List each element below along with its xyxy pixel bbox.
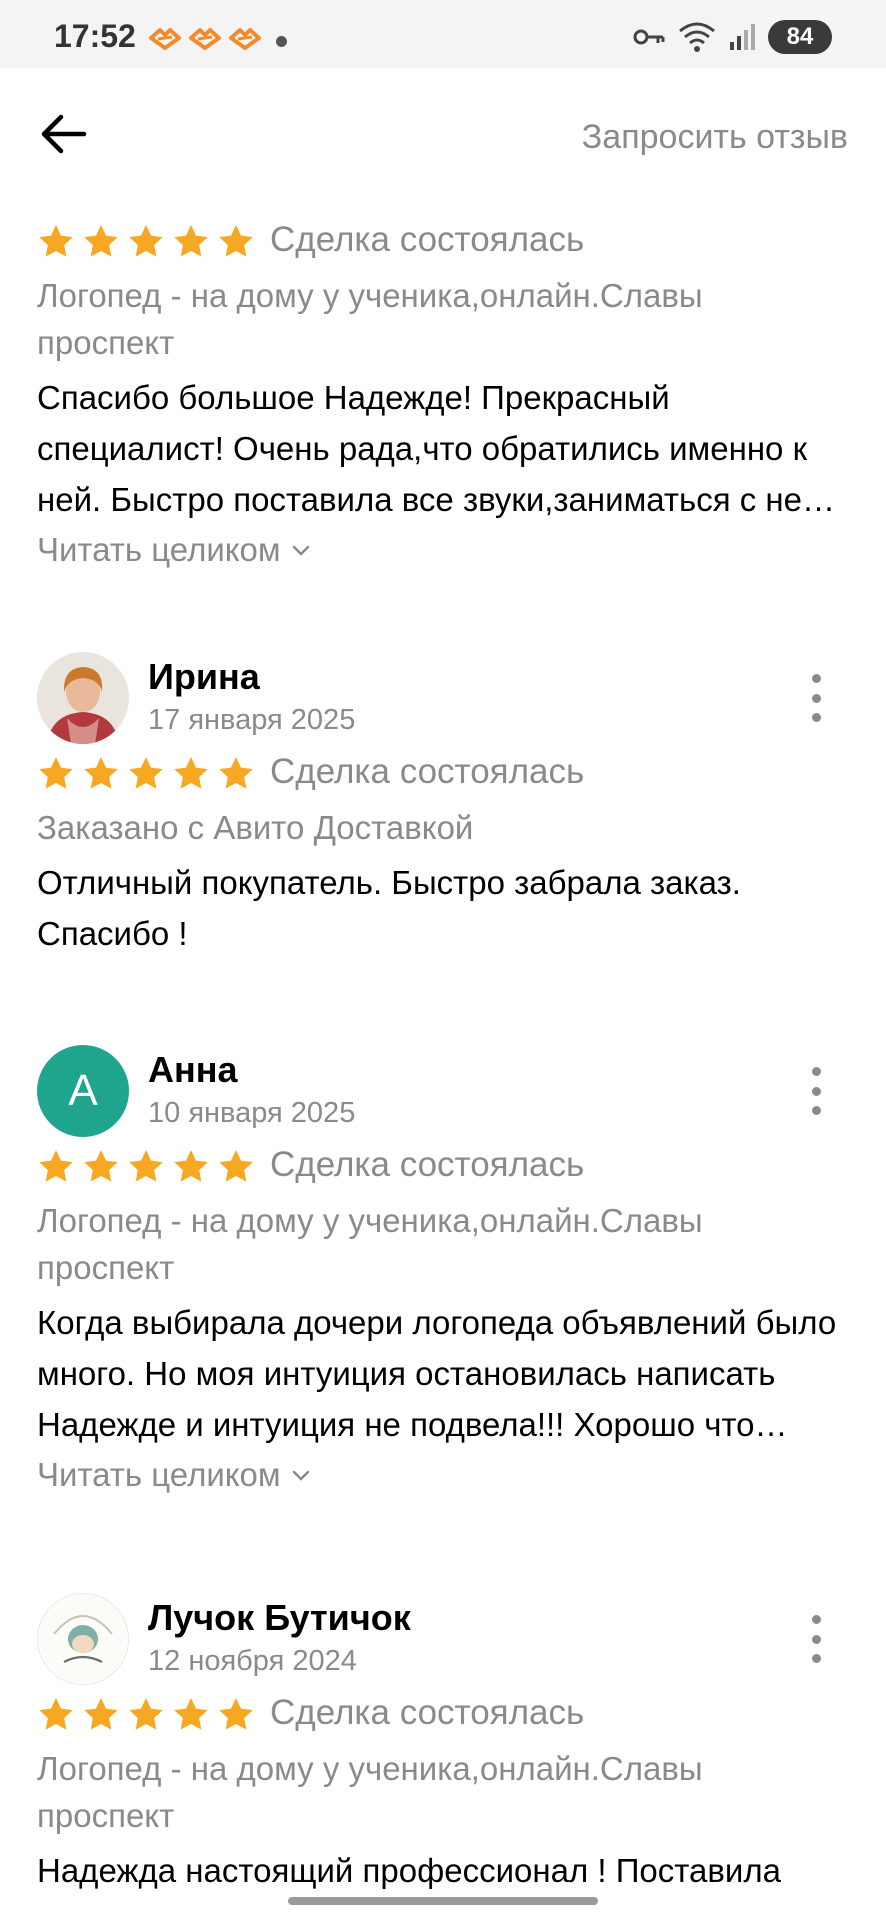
review-item-title: Логопед - на дому у ученика,онлайн.Славы… [37, 1750, 703, 1834]
star-icon [219, 757, 253, 789]
request-review-button[interactable]: Запросить отзыв [582, 118, 848, 157]
more-vert-icon [811, 1086, 821, 1096]
star-icon [174, 757, 208, 789]
read-more-button[interactable]: Читать целиком [37, 531, 311, 569]
more-vert-icon [811, 1634, 821, 1644]
back-button[interactable] [40, 112, 90, 156]
read-more-label: Читать целиком [37, 1456, 281, 1493]
rating-row: Сделка состоялась [0, 1141, 886, 1197]
review-card: А Анна 10 января 2025 Сделка состоялась … [0, 1045, 886, 1494]
star-icon [129, 1698, 163, 1730]
review-card: Ирина 17 января 2025 Сделка состоялась З… [0, 652, 886, 959]
star-icon [174, 225, 208, 257]
shop-logo-icon [39, 1595, 127, 1683]
review-text: Надежда настоящий профессионал ! Постави… [37, 1852, 781, 1889]
review-author: Лучок Бутичок [148, 1597, 411, 1638]
star-icon [129, 757, 163, 789]
read-more-label: Читать целиком [37, 531, 281, 568]
avatar[interactable] [37, 652, 129, 744]
review-date: 10 января 2025 [148, 1097, 356, 1129]
rating-row: Сделка состоялась [0, 748, 886, 804]
review-card: Сделка состоялась Логопед - на дому у уч… [0, 216, 886, 569]
more-options-button[interactable] [804, 1615, 828, 1663]
status-right: 84 [632, 20, 832, 54]
chevron-down-icon [292, 1470, 309, 1481]
read-more-button[interactable]: Читать целиком [37, 1456, 311, 1494]
review-text: Отличный покупатель. Быстро забрала зака… [37, 864, 741, 952]
review-text: Спасибо большое Надежде! Прекрасный спец… [37, 379, 821, 518]
star-icon [84, 1150, 118, 1182]
review-header: Ирина 17 января 2025 [0, 652, 886, 752]
home-indicator[interactable] [288, 1897, 598, 1905]
star-rating [36, 1695, 256, 1735]
more-vert-icon [811, 693, 821, 703]
star-icon [219, 1150, 253, 1182]
more-vert-icon [811, 1067, 821, 1076]
star-icon [174, 1150, 208, 1182]
review-header: А Анна 10 января 2025 [0, 1045, 886, 1145]
deal-status: Сделка состоялась [270, 752, 585, 791]
avatar-letter: А [68, 1066, 98, 1115]
star-icon [219, 225, 253, 257]
star-icon [129, 1150, 163, 1182]
review-item-title: Логопед - на дому у ученика,онлайн.Славы… [37, 1202, 703, 1286]
star-rating [36, 1147, 256, 1187]
more-notifications-dot [276, 36, 287, 47]
star-icon [129, 225, 163, 257]
deal-status: Сделка состоялась [270, 1145, 585, 1184]
more-vert-icon [811, 1106, 821, 1115]
notification-icon [189, 28, 221, 50]
top-bar: Запросить отзыв [0, 68, 886, 198]
rating-row: Сделка состоялась [0, 1689, 886, 1745]
star-icon [39, 757, 73, 789]
star-icon [84, 1698, 118, 1730]
review-header: Лучок Бутичок 12 ноября 2024 [0, 1593, 886, 1693]
status-time: 17:52 [54, 18, 136, 54]
more-options-button[interactable] [804, 674, 828, 722]
notification-icons [148, 26, 262, 50]
review-item-title: Логопед - на дому у ученика,онлайн.Славы… [37, 277, 703, 361]
avatar[interactable] [37, 1593, 129, 1685]
review-author: Ирина [148, 656, 260, 697]
review-author: Анна [148, 1049, 238, 1090]
more-vert-icon [811, 674, 821, 683]
chevron-down-icon [292, 545, 309, 556]
review-card: Лучок Бутичок 12 ноября 2024 Сделка сост… [0, 1593, 886, 1891]
notification-icon [149, 28, 181, 50]
key-icon [633, 29, 665, 45]
star-icon [174, 1698, 208, 1730]
star-icon [84, 757, 118, 789]
star-icon [219, 1698, 253, 1730]
star-rating [36, 754, 256, 794]
star-icon [39, 1150, 73, 1182]
star-icon [39, 225, 73, 257]
status-bar: 17:52 84 [0, 0, 886, 68]
signal-icon [730, 24, 755, 50]
user-photo-icon [37, 652, 129, 744]
avatar[interactable]: А [37, 1045, 129, 1137]
more-options-button[interactable] [804, 1067, 828, 1115]
more-vert-icon [811, 713, 821, 722]
more-vert-icon [811, 1615, 821, 1624]
more-vert-icon [811, 1654, 821, 1663]
star-rating [36, 222, 256, 262]
battery-indicator: 84 [768, 20, 832, 54]
deal-status: Сделка состоялась [270, 1693, 585, 1732]
deal-status: Сделка состоялась [270, 220, 585, 259]
review-text: Когда выбирала дочери логопеда объявлени… [37, 1304, 837, 1443]
star-icon [39, 1698, 73, 1730]
review-item-title: Заказано с Авито Доставкой [37, 809, 474, 846]
arrow-left-icon [41, 114, 87, 154]
notification-icon [229, 28, 261, 50]
wifi-icon [679, 22, 715, 52]
rating-row: Сделка состоялась [0, 216, 886, 272]
review-date: 17 января 2025 [148, 704, 356, 736]
star-icon [84, 225, 118, 257]
review-date: 12 ноября 2024 [148, 1645, 357, 1677]
